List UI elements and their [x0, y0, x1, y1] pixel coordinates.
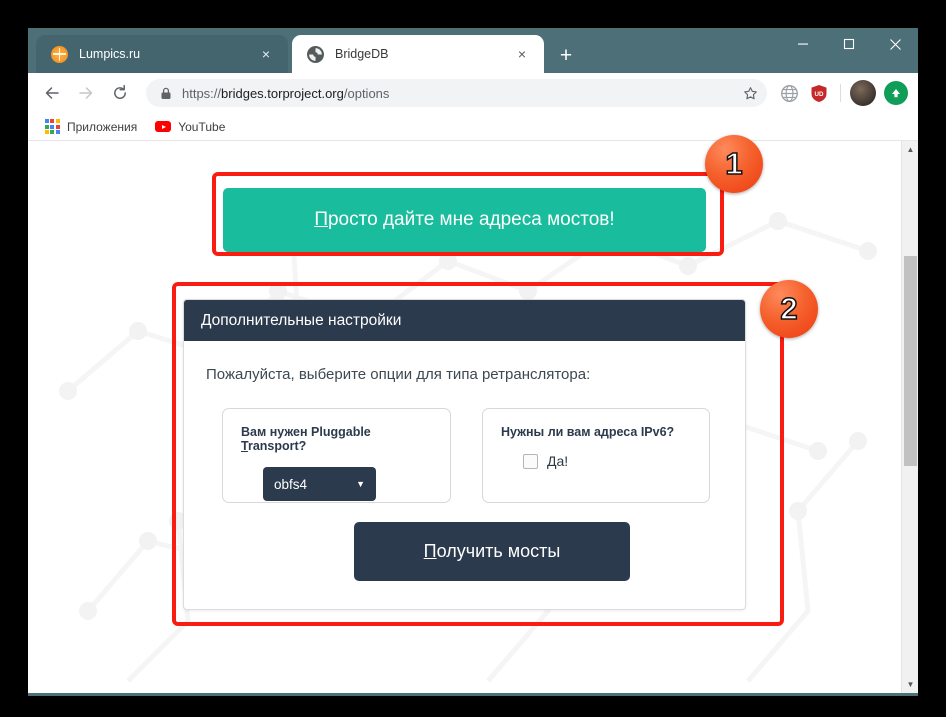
bookmarks-bar: Приложения YouTube — [28, 113, 918, 141]
tab-close-icon[interactable]: × — [256, 44, 276, 64]
scroll-up-arrow-icon[interactable]: ▲ — [902, 141, 918, 158]
ipv6-checkbox[interactable] — [523, 453, 538, 469]
tor-onion-icon — [307, 45, 324, 63]
youtube-icon — [155, 119, 172, 135]
window-controls — [780, 28, 918, 60]
panel-instruction: Пожалуйста, выберите опции для типа ретр… — [206, 366, 591, 383]
button-label: Просто дайте мне адреса мостов! — [314, 209, 615, 230]
minimize-button[interactable] — [780, 28, 826, 60]
option-boxes: Вам нужен Pluggable Transport? obfs4 ▼ Н… — [222, 408, 745, 503]
advanced-options-panel: Дополнительные настройки Пожалуйста, выб… — [183, 299, 746, 610]
annotation-badge-1: 1 — [705, 135, 763, 193]
bookmark-label: YouTube — [178, 119, 226, 134]
pluggable-transport-box: Вам нужен Pluggable Transport? obfs4 ▼ — [222, 408, 451, 503]
update-arrow-icon[interactable] — [884, 81, 908, 105]
ipv6-box: Нужны ли вам адреса IPv6? Да! — [482, 408, 710, 503]
address-bar[interactable]: https://bridges.torproject.org/options — [146, 79, 767, 107]
svg-text:UD: UD — [815, 90, 824, 97]
panel-header: Дополнительные настройки — [184, 300, 745, 341]
forward-icon[interactable] — [70, 77, 102, 109]
transport-select[interactable]: obfs4 ▼ — [263, 467, 376, 501]
maximize-button[interactable] — [826, 28, 872, 60]
chevron-down-icon: ▼ — [356, 478, 365, 489]
browser-window: Lumpics.ru × BridgeDB × + https://bridge… — [28, 28, 918, 696]
get-bridges-button[interactable]: Получить мосты — [354, 522, 630, 581]
ipv6-checkbox-row[interactable]: Да! — [523, 453, 691, 469]
pluggable-transport-label: Вам нужен Pluggable Transport? — [241, 425, 371, 453]
page-viewport: Просто дайте мне адреса мостов! Дополнит… — [28, 141, 918, 693]
annotation-badge-2: 2 — [760, 280, 818, 338]
bookmark-label: Приложения — [67, 119, 138, 134]
tab-lumpics[interactable]: Lumpics.ru × — [36, 35, 288, 73]
url-text: https://bridges.torproject.org/options — [182, 85, 390, 101]
bookmark-apps[interactable]: Приложения — [44, 119, 137, 135]
tab-title: Lumpics.ru — [79, 47, 141, 61]
tab-close-icon[interactable]: × — [512, 44, 532, 64]
scrollbar-thumb[interactable] — [904, 256, 917, 466]
transport-selected-value: obfs4 — [274, 476, 308, 492]
screenshot-root: Lumpics.ru × BridgeDB × + https://bridge… — [0, 0, 946, 717]
browser-toolbar: https://bridges.torproject.org/options U… — [28, 73, 918, 113]
globe-icon[interactable] — [775, 79, 803, 107]
just-give-me-bridges-button[interactable]: Просто дайте мне адреса мостов! — [223, 188, 706, 252]
tab-strip: Lumpics.ru × BridgeDB × + — [28, 28, 918, 73]
scroll-down-arrow-icon[interactable]: ▼ — [902, 676, 918, 693]
close-button[interactable] — [872, 28, 918, 60]
tab-title: BridgeDB — [335, 47, 389, 61]
reload-icon[interactable] — [104, 77, 136, 109]
shield-extension-icon[interactable]: UD — [805, 79, 833, 107]
orange-slice-icon — [51, 45, 68, 63]
page-content: Просто дайте мне адреса мостов! Дополнит… — [28, 141, 901, 693]
new-tab-button[interactable]: + — [553, 44, 579, 70]
avatar[interactable] — [850, 80, 876, 106]
vertical-scrollbar[interactable]: ▲ ▼ — [901, 141, 918, 693]
toolbar-divider — [840, 84, 841, 102]
ipv6-checkbox-label: Да! — [547, 453, 569, 469]
bookmark-youtube[interactable]: YouTube — [155, 119, 225, 135]
back-icon[interactable] — [36, 77, 68, 109]
lock-icon — [160, 87, 172, 100]
ipv6-label: Нужны ли вам адреса IPv6? — [501, 425, 675, 439]
apps-grid-icon — [44, 119, 60, 135]
tab-bridgedb[interactable]: BridgeDB × — [292, 35, 544, 73]
button-label: Получить мосты — [423, 541, 561, 561]
star-icon[interactable] — [737, 80, 763, 106]
